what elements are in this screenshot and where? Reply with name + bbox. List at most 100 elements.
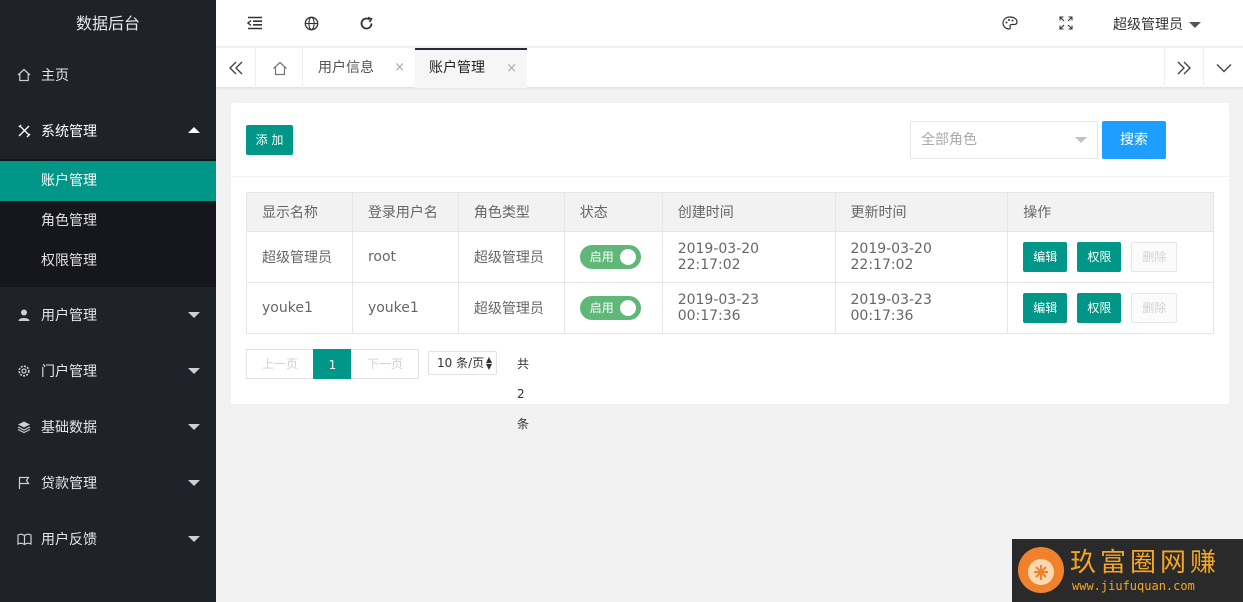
permission-button[interactable]: 权限 [1077, 242, 1122, 272]
table-header-row: 显示名称 登录用户名 角色类型 状态 创建时间 更新时间 操作 [246, 192, 1214, 232]
watermark: 玖富圈网赚 www.jiufuquan.com [1012, 539, 1243, 602]
refresh-icon[interactable] [357, 14, 375, 32]
tabs-scroll-right-button[interactable] [1164, 48, 1204, 88]
top-header: 超级管理员 [216, 0, 1243, 47]
submenu-system: 账户管理 角色管理 权限管理 [0, 159, 216, 287]
cell-role: 超级管理员 [457, 282, 565, 334]
cell-status: 启用 [563, 231, 663, 283]
tab-label: 用户信息 [318, 60, 374, 76]
cell-updated: 2019-03-23 00:17:36 [834, 282, 1009, 334]
toggle-knob [619, 300, 636, 316]
sidebar-item-role[interactable]: 角色管理 [0, 201, 216, 241]
tabs-dropdown-button[interactable] [1204, 48, 1243, 88]
page-size-select[interactable]: 10 条/页 ▲ ▼ [428, 351, 497, 375]
sidebar-item-label: 贷款管理 [41, 476, 97, 492]
sidebar-item-portal[interactable]: 门户管理 [0, 343, 216, 399]
cell-display-name: 超级管理员 [246, 231, 353, 283]
user-name: 超级管理员 [1113, 17, 1183, 33]
column-header: 更新时间 [834, 192, 1009, 232]
search-button[interactable]: 搜索 [1102, 121, 1166, 159]
column-header: 显示名称 [246, 192, 353, 232]
cell-username: youke1 [351, 282, 459, 334]
user-menu[interactable]: 超级管理员 [1113, 14, 1201, 34]
sidebar-item-label: 门户管理 [41, 364, 97, 380]
book-icon [16, 531, 32, 547]
accounts-table: 显示名称 登录用户名 角色类型 状态 创建时间 更新时间 操作 超级管理员 ro… [246, 192, 1214, 334]
sidebar-item-users[interactable]: 用户管理 [0, 287, 216, 343]
sidebar-item-system[interactable]: 系统管理 [0, 103, 216, 159]
total-count: 共 2 条 [517, 357, 530, 431]
logo-icon [1018, 547, 1064, 593]
cell-display-name: youke1 [246, 282, 353, 334]
sidebar-item-label: 基础数据 [41, 420, 97, 436]
cell-created: 2019-03-23 00:17:36 [661, 282, 836, 334]
sidebar-item-loans[interactable]: 贷款管理 [0, 455, 216, 511]
chevron-up-icon [188, 127, 200, 133]
cell-updated: 2019-03-20 22:17:02 [834, 231, 1009, 283]
edit-button[interactable]: 编辑 [1023, 293, 1068, 323]
sidebar-item-basic-data[interactable]: 基础数据 [0, 399, 216, 455]
delete-button: 删除 [1131, 293, 1178, 323]
role-select-placeholder: 全部角色 [921, 132, 977, 148]
edit-button[interactable]: 编辑 [1023, 242, 1068, 272]
theme-palette-icon[interactable] [1001, 14, 1019, 32]
column-header: 角色类型 [457, 192, 565, 232]
fullscreen-icon[interactable] [1057, 14, 1075, 32]
cell-actions: 编辑 权限 删除 [1007, 231, 1214, 283]
add-button[interactable]: 添 加 [246, 125, 293, 155]
page-size-value: 10 条/页 [437, 356, 485, 370]
toggle-knob [619, 249, 636, 265]
cell-actions: 编辑 权限 删除 [1007, 282, 1214, 334]
chevron-down-icon [188, 480, 200, 486]
card-toolbar: 添 加 全部角色 搜索 [231, 103, 1229, 177]
sidebar-item-feedback[interactable]: 用户反馈 [0, 511, 216, 567]
home-icon [272, 61, 287, 75]
close-icon[interactable]: × [506, 50, 517, 87]
caret-down-icon [1189, 22, 1201, 28]
sidebar: 数据后台 主页 系统管理 账户管理 角色管理 权限管理 用户管理 门户管理 基础… [0, 0, 216, 602]
cell-status: 启用 [563, 282, 663, 334]
column-header: 创建时间 [661, 192, 836, 232]
role-select[interactable]: 全部角色 [910, 121, 1098, 159]
cell-role: 超级管理员 [457, 231, 565, 283]
column-header: 登录用户名 [351, 192, 459, 232]
sidebar-item-account[interactable]: 账户管理 [0, 161, 216, 201]
status-toggle[interactable]: 启用 [579, 245, 641, 269]
flag-icon [16, 475, 32, 491]
chevron-down-icon [188, 312, 200, 318]
watermark-text: 玖富圈网赚 [1070, 548, 1221, 578]
permission-button[interactable]: 权限 [1077, 293, 1122, 323]
sidebar-item-permission[interactable]: 权限管理 [0, 241, 216, 281]
watermark-url: www.jiufuquan.com [1072, 579, 1195, 593]
status-toggle-label: 启用 [589, 250, 614, 264]
next-page-button[interactable]: 下一页 [351, 349, 419, 379]
tab-account-management[interactable]: 账户管理 × [415, 48, 527, 88]
page-number-current[interactable]: 1 [313, 349, 352, 379]
tab-home[interactable] [257, 48, 303, 88]
chevron-down-icon [188, 536, 200, 542]
column-header: 状态 [563, 192, 663, 232]
globe-icon[interactable] [302, 14, 320, 32]
tools-icon [16, 123, 32, 139]
table-row: 超级管理员 root 超级管理员 启用 2019-03-20 22:17:02 … [246, 231, 1214, 283]
status-toggle[interactable]: 启用 [579, 296, 641, 320]
app-title: 数据后台 [75, 14, 140, 33]
tab-user-info[interactable]: 用户信息 × [304, 48, 415, 88]
sidebar-item-label: 用户管理 [41, 308, 97, 324]
sidebar-item-label: 用户反馈 [41, 532, 97, 548]
tab-bar: 用户信息 × 账户管理 × [216, 48, 1243, 88]
home-icon [16, 67, 32, 83]
close-icon[interactable]: × [394, 48, 405, 88]
cell-username: root [351, 231, 459, 283]
chevron-down-icon [188, 368, 200, 374]
prev-page-button[interactable]: 上一页 [246, 349, 314, 379]
sidebar-item-label: 主页 [41, 68, 69, 84]
menu-collapse-icon[interactable] [246, 14, 264, 32]
user-icon [16, 307, 32, 323]
tabs-scroll-left-button[interactable] [216, 48, 256, 88]
sidebar-item-home[interactable]: 主页 [0, 47, 216, 103]
caret-down-icon [1075, 137, 1087, 143]
sidebar-item-label: 系统管理 [41, 124, 97, 140]
gear-icon [16, 363, 32, 379]
chevron-down-icon [188, 424, 200, 430]
